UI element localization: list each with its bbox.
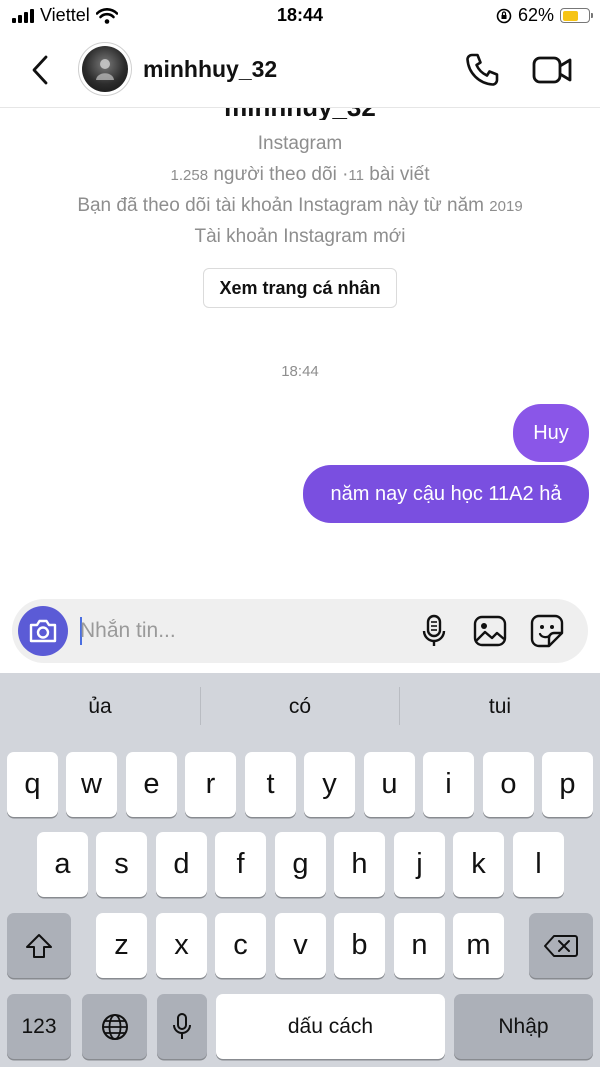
- sticker-icon[interactable]: [527, 611, 567, 651]
- camera-button[interactable]: [18, 606, 68, 656]
- chat-header: minhhuy_32: [0, 34, 600, 108]
- suggestion-item[interactable]: ủa: [0, 695, 200, 719]
- message-input[interactable]: [80, 611, 400, 651]
- suggestion-item[interactable]: tui: [400, 695, 600, 719]
- profile-platform: Instagram: [257, 133, 343, 154]
- account-status: Tài khoản Instagram mới: [194, 226, 406, 247]
- phone-icon[interactable]: [462, 50, 502, 90]
- message-composer: [12, 599, 588, 663]
- key-g[interactable]: g: [275, 832, 326, 897]
- key-y[interactable]: y: [304, 752, 355, 817]
- suggestion-item[interactable]: có: [200, 695, 400, 719]
- key-i[interactable]: i: [423, 752, 474, 817]
- dictation-icon: [173, 1012, 191, 1039]
- key-j[interactable]: j: [394, 832, 445, 897]
- battery-percent: 62%: [517, 5, 554, 25]
- key-t[interactable]: t: [245, 752, 296, 817]
- view-profile-button[interactable]: Xem trang cá nhân: [203, 268, 397, 308]
- key-u[interactable]: u: [364, 752, 415, 817]
- back-chevron-icon[interactable]: [26, 52, 56, 88]
- key-m[interactable]: m: [453, 913, 504, 978]
- posts-label: bài viết: [369, 164, 430, 185]
- message-bubble[interactable]: năm nay cậu học 11A2 hả: [303, 465, 589, 523]
- avatar-image: [82, 46, 128, 92]
- keyboard: ủa có tui q w e r t y u i o p a s d f g …: [0, 673, 600, 1067]
- key-p[interactable]: p: [542, 752, 593, 817]
- profile-name: minhhuy_32: [0, 108, 600, 120]
- dictation-key[interactable]: [157, 994, 207, 1059]
- key-x[interactable]: x: [156, 913, 207, 978]
- following-since: Bạn đã theo dõi tài khoản Instagram này …: [0, 195, 600, 217]
- key-l[interactable]: l: [513, 832, 564, 897]
- key-n[interactable]: n: [394, 913, 445, 978]
- key-v[interactable]: v: [275, 913, 326, 978]
- key-r[interactable]: r: [185, 752, 236, 817]
- image-icon[interactable]: [470, 611, 510, 651]
- key-s[interactable]: s: [96, 832, 147, 897]
- posts-count: 11: [348, 167, 364, 184]
- key-z[interactable]: z: [96, 913, 147, 978]
- globe-key[interactable]: [82, 994, 147, 1059]
- key-f[interactable]: f: [215, 832, 266, 897]
- key-d[interactable]: d: [156, 832, 207, 897]
- key-k[interactable]: k: [453, 832, 504, 897]
- orientation-lock-icon: [496, 8, 512, 23]
- globe-icon: [101, 1013, 128, 1040]
- key-c[interactable]: c: [215, 913, 266, 978]
- key-a[interactable]: a: [37, 832, 88, 897]
- status-bar: Viettel 18:44 62%: [0, 0, 600, 34]
- key-h[interactable]: h: [334, 832, 385, 897]
- space-key[interactable]: dấu cách: [216, 994, 445, 1059]
- followers-label: người theo dõi ·: [213, 164, 349, 185]
- message-bubble[interactable]: Huy: [513, 404, 589, 462]
- suggestion-bar: ủa có tui: [0, 673, 600, 749]
- following-since-label: Bạn đã theo dõi tài khoản Instagram này …: [77, 195, 485, 216]
- delete-icon: [544, 934, 578, 957]
- numbers-key[interactable]: 123: [7, 994, 71, 1059]
- avatar[interactable]: [78, 42, 132, 96]
- key-b[interactable]: b: [334, 913, 385, 978]
- shift-key[interactable]: [7, 913, 71, 978]
- chat-username[interactable]: minhhuy_32: [143, 56, 277, 83]
- key-e[interactable]: e: [126, 752, 177, 817]
- battery-icon: [560, 8, 593, 23]
- profile-stats: 1.258 người theo dõi ·11 bài viết: [0, 164, 600, 186]
- followers-count: 1.258: [170, 167, 209, 184]
- key-w[interactable]: w: [66, 752, 117, 817]
- return-key[interactable]: Nhập: [454, 994, 593, 1059]
- camera-icon: [29, 619, 57, 643]
- video-camera-icon[interactable]: [530, 50, 574, 90]
- shift-icon: [26, 933, 52, 958]
- delete-key[interactable]: [529, 913, 593, 978]
- message-timestamp: 18:44: [281, 363, 319, 380]
- key-o[interactable]: o: [483, 752, 534, 817]
- microphone-icon[interactable]: [414, 611, 454, 651]
- following-since-year: 2019: [489, 198, 523, 215]
- key-q[interactable]: q: [7, 752, 58, 817]
